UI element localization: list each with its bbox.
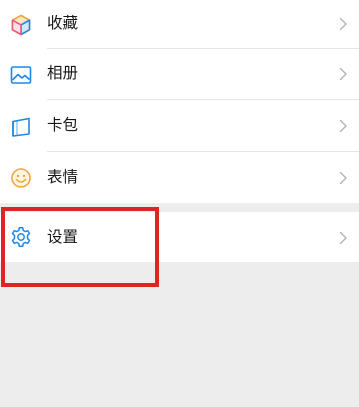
menu-item-label: 表情: [47, 168, 79, 186]
chevron-right-icon: [339, 67, 348, 81]
chevron-right-icon: [339, 119, 348, 133]
menu-group: 收藏 相册 卡包 表情: [0, 0, 359, 203]
chevron-right-icon: [339, 171, 348, 185]
wallet-card-icon: [9, 115, 33, 139]
menu-item-album[interactable]: 相册: [0, 49, 359, 99]
menu-item-favorites[interactable]: 收藏: [0, 0, 359, 50]
menu-item-label: 收藏: [47, 14, 79, 32]
menu-item-settings[interactable]: 设置: [0, 212, 359, 262]
image-icon: [9, 63, 33, 87]
menu-item-card-wallet[interactable]: 卡包: [0, 100, 359, 150]
smiley-icon: [9, 166, 33, 190]
gear-icon: [9, 225, 33, 249]
settings-group: 设置: [0, 212, 359, 262]
menu-item-label: 卡包: [47, 116, 79, 134]
cube-icon: [9, 13, 33, 37]
menu-item-label: 相册: [47, 64, 79, 82]
chevron-right-icon: [339, 17, 348, 31]
menu-item-label: 设置: [47, 228, 79, 246]
menu-item-stickers[interactable]: 表情: [0, 152, 359, 202]
chevron-right-icon: [339, 231, 348, 245]
